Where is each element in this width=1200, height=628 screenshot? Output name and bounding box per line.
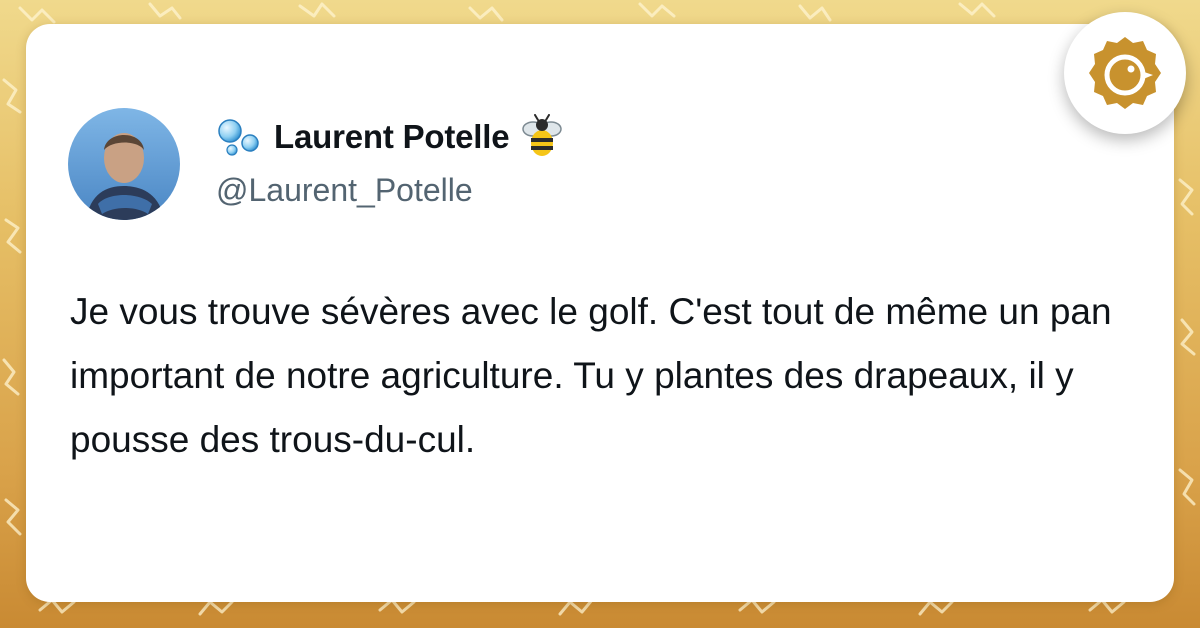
brand-badge — [1064, 12, 1186, 134]
author-handle[interactable]: @Laurent_Potelle — [216, 172, 473, 209]
author-name-row: Laurent Potelle — [216, 112, 565, 162]
author-display-name[interactable]: Laurent Potelle — [274, 118, 510, 156]
tweet-card: Laurent Potelle @Laurent_Potelle Je vous… — [26, 24, 1174, 602]
tweet-text: Je vous trouve sévères avec le golf. C'e… — [70, 291, 1112, 460]
bubbles-icon — [218, 119, 259, 156]
avatar[interactable] — [68, 108, 180, 220]
golden-bird-logo-icon — [1089, 37, 1161, 109]
bee-icon — [522, 114, 563, 156]
